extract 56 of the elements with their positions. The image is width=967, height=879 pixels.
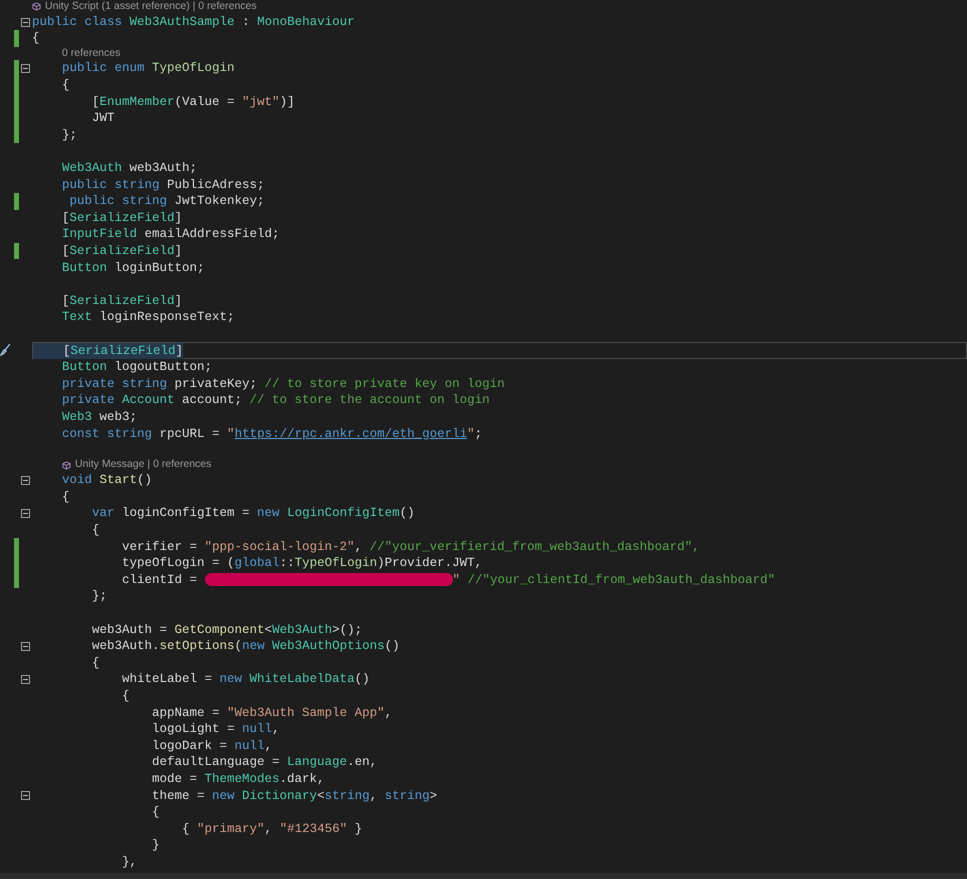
code-line: Button loginButton; [61, 260, 205, 276]
code-line: typeOfLogin = (global::TypeOfLogin)Provider.JWT, [121, 555, 482, 572]
code-line: [SerializeField] [61, 292, 182, 309]
code-line: Button logoutButton; [61, 359, 212, 376]
code-line: web3Auth = GetComponent<Web3Auth>(); [91, 622, 362, 638]
code-line: [SerializeField] [61, 243, 182, 260]
code-line: whiteLabel = new WhiteLabelData() [121, 671, 370, 688]
code-line: var loginConfigItem = new LoginConfigItem() [91, 505, 415, 522]
code-line: theme = new Dictionary<string, string> [151, 788, 438, 804]
code-line: mode = ThemeModes.dark, [151, 770, 325, 787]
collapse-icon[interactable] [21, 642, 30, 651]
code-line: web3Auth.setOptions(new Web3AuthOptions() [91, 638, 400, 654]
code-line: }, [121, 854, 138, 870]
collapse-icon[interactable] [21, 18, 30, 26]
code-line: Text loginResponseText; [61, 309, 235, 326]
code-line: { [61, 77, 70, 94]
collapse-icon[interactable] [21, 675, 30, 684]
code-line: public enum TypeOfLogin [61, 60, 235, 76]
code-line: [EnumMember(Value = "jwt")] [91, 94, 295, 110]
codelens-text[interactable]: 0 references [62, 46, 120, 62]
code-line: } [151, 837, 160, 854]
code-line: void Start() [61, 472, 152, 488]
code-line: Web3Auth web3Auth; [61, 160, 198, 176]
code-line: verifier = "ppp-social-login-2", //"your_verifierid_from_web3auth_dashboard", [121, 538, 700, 555]
code-line: InputField emailAddressField; [61, 226, 280, 242]
code-line: public class Web3AuthSample : MonoBehaviour [32, 14, 355, 30]
code-line: const string rpcURL = "https://rpc.ankr.com/eth_goerli"; [61, 426, 482, 442]
code-line: { [91, 522, 100, 538]
code-line: { [32, 30, 40, 46]
code-line: JWT [91, 110, 115, 126]
code-line: private string privateKey; // to store private key on login [61, 376, 505, 392]
collapse-icon[interactable] [21, 476, 30, 485]
code-line: }; [91, 588, 108, 604]
code-line: Web3 web3; [61, 408, 138, 425]
collapse-icon[interactable] [21, 509, 30, 518]
codelens-text[interactable]: Unity Message | 0 references [75, 457, 212, 474]
code-line: { [151, 804, 160, 820]
collapse-icon[interactable] [21, 791, 30, 800]
code-line: defaultLanguage = Language.en, [151, 754, 378, 770]
code-line: public string PublicAdress; [61, 176, 265, 193]
codelens-text[interactable]: Unity Script (1 asset reference) | 0 references [45, 0, 257, 15]
code-line: private Account account; // to store the account on login [61, 392, 490, 408]
code-line: public string JwtTokenkey; [68, 193, 265, 210]
code-line: { [61, 488, 70, 505]
code-line: }; [61, 126, 78, 143]
code-line: { "primary", "#123456" } [181, 820, 362, 837]
code-line: logoLight = null, [151, 721, 280, 738]
brush-icon[interactable] [0, 343, 11, 356]
collapse-icon[interactable] [21, 64, 30, 74]
code-line: appName = "Web3Auth Sample App", [151, 704, 392, 721]
code-line: [SerializeField] [61, 210, 182, 226]
code-line: logoDark = null, [151, 738, 272, 754]
code-line: { [91, 654, 100, 671]
code-line: " //"your_clientId_from_web3auth_dashboard" [452, 572, 776, 588]
code-line: clientId = [121, 572, 198, 588]
code-line: { [121, 688, 130, 704]
